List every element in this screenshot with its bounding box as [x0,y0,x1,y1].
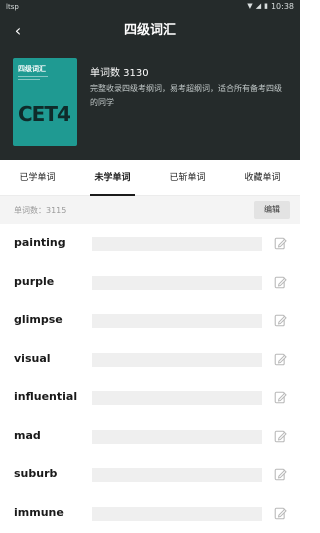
edit-icon[interactable] [274,468,287,481]
meaning-placeholder [92,237,262,251]
tab-label: 收藏单词 [244,173,281,183]
word-text: immune [14,505,64,519]
tab-learned[interactable]: 已学单词 [0,160,75,195]
book-cover-title: 四级词汇 [18,65,46,73]
list-item[interactable]: glimpse [0,301,300,340]
tab-unlearned[interactable]: 未学单词 [75,160,150,196]
meaning-placeholder [92,429,262,444]
status-bar: ltsp ▼ ◢ ▮ 10:38 [0,0,300,14]
word-text: influential [14,390,78,403]
word-text: mad [14,428,41,442]
tab-mastered[interactable]: 已斩单词 [150,160,225,195]
list-item[interactable]: influential [0,378,300,417]
edit-icon[interactable] [274,507,287,520]
tab-label: 已斩单词 [169,173,206,183]
meaning-placeholder [92,468,262,482]
list-item[interactable]: visual [0,340,300,379]
battery-icon: ▮ [264,2,268,10]
header: ltsp ▼ ◢ ▮ 10:38 ‹ 四级词汇 四级词汇 CET4 单词数 31… [0,0,300,160]
meaning-placeholder [92,391,262,405]
edit-icon[interactable] [274,276,287,289]
list-item[interactable]: suburb [0,455,300,494]
tab-label: 已学单词 [19,173,56,183]
list-item[interactable]: purple [0,263,300,302]
list-item[interactable]: immune [0,494,300,533]
status-icons: ▼ ◢ ▮ 10:38 [247,2,294,11]
wifi-icon: ◢ [255,2,262,10]
clock: 10:38 [270,2,294,11]
list-item[interactable]: mad [0,417,300,456]
word-text: glimpse [14,313,63,326]
total-word-count: 单词数 3130 [90,68,149,79]
edit-button[interactable]: 编辑 [254,201,290,219]
signal-icon: ▼ [247,2,253,10]
edit-icon[interactable] [274,430,287,443]
remaining-word-count: 单词数：3115 [14,206,67,215]
meaning-placeholder [92,506,262,521]
tab-favorites[interactable]: 收藏单词 [225,160,300,195]
word-text: painting [14,236,66,249]
edit-icon[interactable] [274,353,287,366]
meaning-placeholder [92,352,262,367]
list-header: 单词数：3115 编辑 [0,196,300,224]
book-cover-logo: CET4 [18,102,71,126]
word-list: painting purple glimpse visual influenti… [0,224,300,532]
book-cover-line [18,79,40,80]
book-cover-line [18,76,48,77]
edit-icon[interactable] [274,314,287,327]
book-cover: 四级词汇 CET4 [13,58,77,146]
word-text: visual [14,351,51,365]
word-text: purple [14,274,55,288]
carrier-label: ltsp [6,3,19,11]
list-item[interactable]: painting [0,224,300,263]
book-description: 完整收录四级考纲词，易考超纲词，适合所有备考四级的同学 [90,84,282,107]
page-title: 四级词汇 [123,23,176,38]
edit-icon[interactable] [274,237,287,250]
tab-bar: 已学单词 未学单词 已斩单词 收藏单词 [0,160,300,196]
edit-icon[interactable] [274,391,287,404]
word-text: suburb [14,467,58,480]
meaning-placeholder [92,314,262,328]
meaning-placeholder [92,275,262,290]
tab-label: 未学单词 [94,173,131,183]
